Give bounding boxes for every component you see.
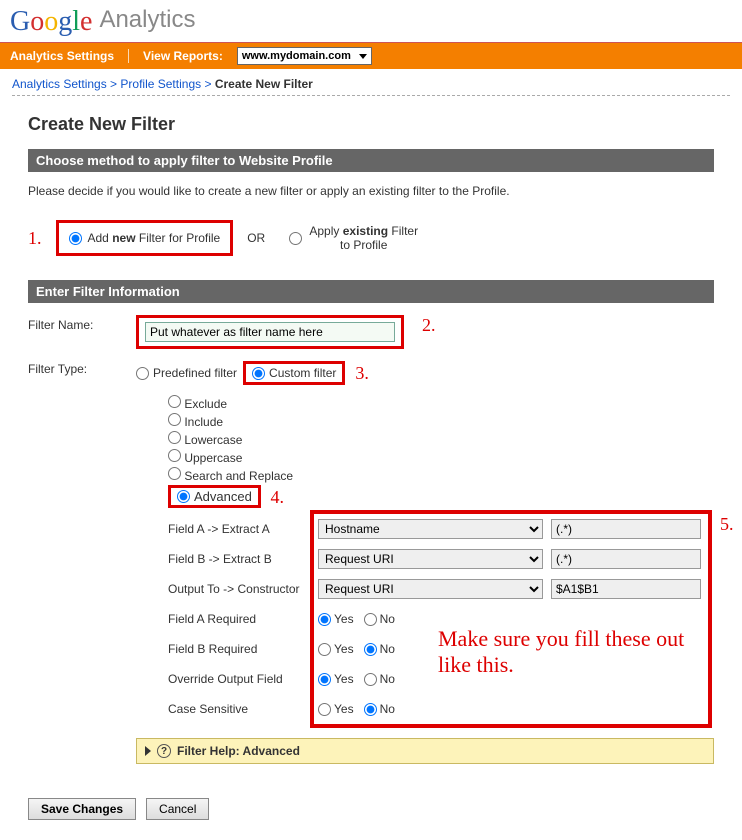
section-info-title: Enter Filter Information	[28, 280, 714, 303]
custom-filter-box: Custom filter	[243, 361, 345, 385]
case-yes[interactable]: Yes	[318, 702, 354, 716]
section-method-title: Choose method to apply filter to Website…	[28, 149, 714, 172]
output-constructor-input[interactable]	[551, 579, 701, 599]
field-a-label: Field A -> Extract A	[168, 522, 318, 536]
section-method-desc: Please decide if you would like to creat…	[28, 184, 714, 198]
annotation-2: 2.	[422, 315, 436, 336]
chevron-down-icon	[359, 54, 367, 59]
radio-custom-input[interactable]	[252, 367, 265, 380]
method-row: 1. Add new Filter for Profile OR Apply e…	[28, 216, 714, 260]
radio-apply-existing-input[interactable]	[289, 232, 302, 245]
radio-lowercase[interactable]: Lowercase	[168, 431, 714, 447]
radio-add-new-input[interactable]	[69, 232, 82, 245]
top-nav: Analytics Settings View Reports: www.myd…	[0, 42, 742, 69]
help-icon: ?	[157, 744, 171, 758]
field-a-req-no[interactable]: No	[364, 612, 395, 626]
nav-view-reports-label: View Reports:	[143, 49, 223, 63]
radio-include[interactable]: Include	[168, 413, 714, 429]
field-a-req-yes[interactable]: Yes	[318, 612, 354, 626]
radio-add-new-filter[interactable]: Add new Filter for Profile	[56, 220, 234, 256]
divider-dashed	[12, 95, 730, 96]
nav-divider	[128, 49, 129, 63]
analytics-label: Analytics	[99, 6, 195, 33]
expand-icon	[145, 746, 151, 756]
annotation-note: Make sure you fill these out like this.	[438, 626, 698, 679]
annotation-5: 5.	[720, 514, 734, 535]
breadcrumb-current: Create New Filter	[215, 77, 313, 91]
button-row: Save Changes Cancel	[0, 784, 742, 834]
field-b-label: Field B -> Extract B	[168, 552, 318, 566]
filter-type-row: Filter Type: Predefined filter Custom fi…	[28, 359, 714, 385]
field-a-select[interactable]: Hostname	[318, 519, 543, 539]
nav-analytics-settings[interactable]: Analytics Settings	[10, 49, 114, 63]
filter-help-panel[interactable]: ? Filter Help: Advanced	[136, 738, 714, 764]
filter-name-row: Filter Name: 2.	[28, 315, 714, 349]
radio-advanced-input[interactable]	[177, 490, 190, 503]
google-logo: Google	[10, 6, 99, 37]
field-b-req-no[interactable]: No	[364, 642, 395, 656]
advanced-box: Advanced	[168, 485, 261, 508]
radio-exclude[interactable]: Exclude	[168, 395, 714, 411]
domain-dropdown[interactable]: www.mydomain.com	[237, 47, 372, 65]
cancel-button[interactable]: Cancel	[146, 798, 209, 820]
field-a-required-label: Field A Required	[168, 612, 318, 626]
or-label: OR	[247, 231, 265, 245]
custom-filter-options: Exclude Include Lowercase Uppercase Sear…	[168, 395, 714, 508]
field-b-required-label: Field B Required	[168, 642, 318, 656]
filter-type-label: Filter Type:	[28, 359, 118, 376]
radio-advanced-label: Advanced	[194, 489, 252, 504]
field-b-extract-input[interactable]	[551, 549, 701, 569]
filter-name-input[interactable]	[145, 322, 395, 342]
radio-predefined-filter[interactable]: Predefined filter	[136, 366, 237, 380]
breadcrumb-profile-settings[interactable]: Profile Settings	[120, 77, 201, 91]
annotation-3: 3.	[355, 363, 369, 384]
radio-predefined-input[interactable]	[136, 367, 149, 380]
output-label: Output To -> Constructor	[168, 582, 318, 596]
radio-custom-label: Custom filter	[269, 366, 336, 380]
override-label: Override Output Field	[168, 672, 318, 686]
advanced-fields: 5. Make sure you fill these out like thi…	[168, 514, 714, 724]
domain-dropdown-value: www.mydomain.com	[242, 50, 351, 62]
filter-name-label: Filter Name:	[28, 315, 118, 332]
breadcrumb: Analytics Settings > Profile Settings > …	[0, 69, 742, 95]
output-select[interactable]: Request URI	[318, 579, 543, 599]
case-no[interactable]: No	[364, 702, 395, 716]
override-no[interactable]: No	[364, 672, 395, 686]
override-yes[interactable]: Yes	[318, 672, 354, 686]
field-b-select[interactable]: Request URI	[318, 549, 543, 569]
radio-search-replace[interactable]: Search and Replace	[168, 467, 714, 483]
case-sensitive-label: Case Sensitive	[168, 702, 318, 716]
save-button[interactable]: Save Changes	[28, 798, 136, 820]
field-b-req-yes[interactable]: Yes	[318, 642, 354, 656]
radio-apply-existing-filter[interactable]: Apply existing Filter to Profile	[279, 216, 429, 260]
field-a-extract-input[interactable]	[551, 519, 701, 539]
annotation-4: 4.	[270, 487, 284, 507]
logo-bar: Google Analytics	[0, 0, 742, 42]
page-title: Create New Filter	[28, 114, 714, 135]
radio-uppercase[interactable]: Uppercase	[168, 449, 714, 465]
filter-name-box	[136, 315, 404, 349]
annotation-1: 1.	[28, 228, 42, 249]
breadcrumb-analytics-settings[interactable]: Analytics Settings	[12, 77, 107, 91]
filter-help-label: Filter Help: Advanced	[177, 744, 300, 758]
